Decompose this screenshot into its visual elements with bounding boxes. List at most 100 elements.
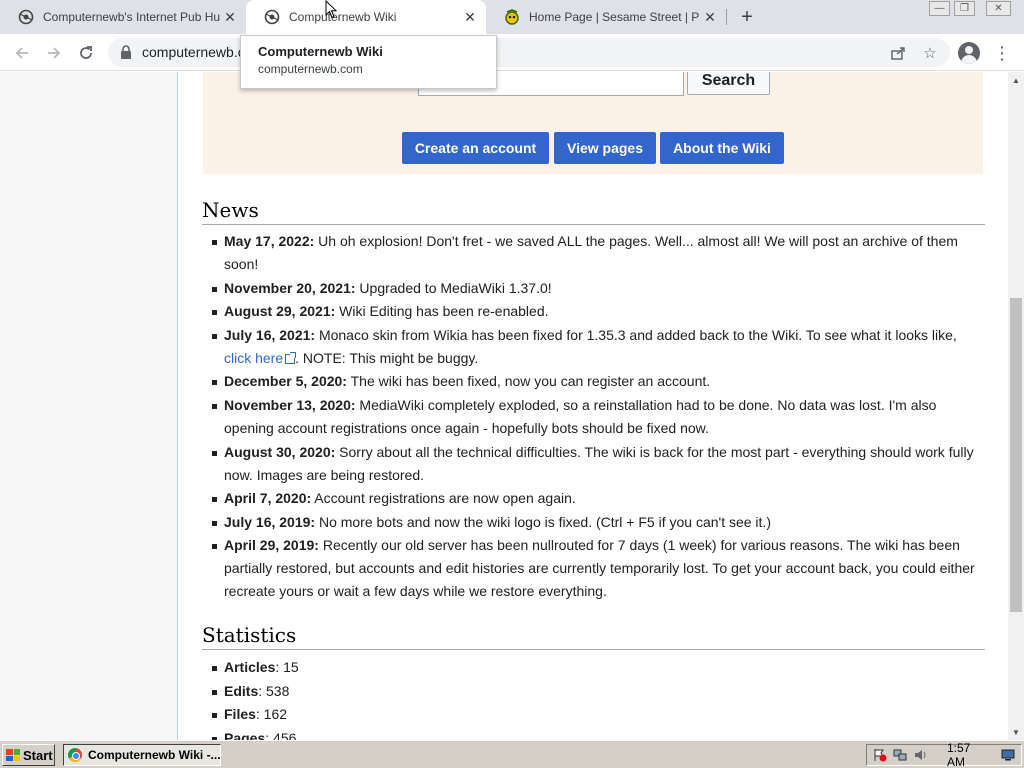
security-alert-icon[interactable]: [873, 747, 887, 763]
stat-value: : 15: [275, 659, 299, 675]
scroll-down-icon[interactable]: ▼: [1008, 724, 1024, 740]
list-item: August 30, 2020: Sorry about all the tec…: [202, 441, 982, 487]
close-tab-icon[interactable]: ✕: [460, 7, 480, 27]
stat-value: : 456: [265, 729, 297, 741]
news-date: July 16, 2019:: [224, 513, 316, 530]
wiki-sidebar: [0, 72, 177, 740]
sesame-street-icon: [504, 9, 520, 25]
start-label: Start: [23, 747, 53, 763]
news-text: Recently our old server has been nullrou…: [224, 537, 975, 600]
news-text: Sorry about all the technical difficulti…: [224, 443, 974, 483]
list-item: November 20, 2021: Upgraded to MediaWiki…: [202, 277, 982, 300]
computernewb-icon: [18, 9, 34, 25]
close-tab-icon[interactable]: ✕: [220, 7, 240, 27]
news-date: May 17, 2022:: [224, 233, 315, 249]
tab-hover-card: Computernewb Wiki computernewb.com: [240, 35, 497, 89]
stat-value: : 162: [255, 706, 288, 722]
forward-arrow-icon: [48, 47, 61, 59]
stat-value: : 538: [258, 682, 290, 699]
tab-separator: [726, 9, 727, 25]
news-date: November 20, 2021:: [224, 279, 356, 296]
stat-label: Pages: [224, 729, 266, 741]
tab-title: Home Page | Sesame Street | PBS KIDS: [529, 10, 700, 24]
statistics-heading: Statistics: [202, 623, 985, 650]
share-icon[interactable]: [888, 43, 908, 63]
back-arrow-icon: [15, 47, 28, 59]
news-text: Wiki Editing has been re-enabled.: [335, 303, 549, 320]
taskbar-chrome-window[interactable]: Computernewb Wiki -...: [63, 744, 221, 766]
task-item-label: Computernewb Wiki -...: [88, 748, 221, 762]
page-scrollbar[interactable]: ▲ ▼: [1008, 72, 1024, 740]
wiki-content: Search Create an account View pages Abou…: [177, 72, 1008, 740]
scroll-thumb[interactable]: [1010, 298, 1022, 612]
tab-internet-pub-hub[interactable]: Computernewb's Internet Pub Hub ✕: [0, 0, 246, 34]
list-item: July 16, 2019: No more bots and now the …: [202, 511, 982, 534]
tab-title: Computernewb Wiki: [289, 10, 397, 24]
windows-logo-icon: [6, 749, 20, 761]
taskbar-clock: 1:57 AM: [947, 741, 971, 768]
create-account-button[interactable]: Create an account: [402, 132, 549, 164]
news-text: Upgraded to MediaWiki 1.37.0!: [355, 279, 552, 296]
mouse-cursor-icon: [325, 0, 337, 19]
news-text: The wiki has been fixed, now you can reg…: [346, 373, 711, 390]
stat-label: Edits: [224, 682, 259, 699]
news-date: August 29, 2021:: [224, 303, 336, 320]
news-date: December 5, 2020:: [224, 373, 347, 390]
list-item: Articles: 15: [202, 656, 982, 680]
list-item: August 29, 2021: Wiki Editing has been r…: [202, 300, 982, 323]
list-item: April 7, 2020: Account registrations are…: [202, 487, 982, 510]
close-window-button[interactable]: ✕: [986, 1, 1011, 16]
scroll-up-icon[interactable]: ▲: [1008, 72, 1024, 88]
lock-icon[interactable]: [120, 45, 132, 59]
about-wiki-button[interactable]: About the Wiki: [660, 132, 784, 164]
news-date: August 30, 2020:: [224, 443, 336, 460]
stat-label: Files: [224, 706, 256, 722]
news-text: No more bots and now the wiki logo is fi…: [315, 513, 771, 530]
statistics-list: Articles: 15 Edits: 538 Files: 162 Pages…: [202, 656, 982, 740]
start-button[interactable]: Start: [2, 744, 55, 766]
volume-icon[interactable]: [913, 747, 927, 763]
news-date: July 16, 2021:: [224, 326, 316, 343]
stat-label: Articles: [224, 659, 276, 675]
kebab-menu-icon[interactable]: ⋮: [993, 42, 1011, 64]
windows-taskbar: Start Computernewb Wiki -... 1:57 AM: [0, 740, 1024, 768]
reload-icon: [80, 46, 92, 59]
close-tab-icon[interactable]: ✕: [700, 7, 720, 27]
list-item: May 17, 2022: Uh oh explosion! Don't fre…: [202, 230, 982, 276]
tab-sesame-street[interactable]: Home Page | Sesame Street | PBS KIDS ✕: [486, 0, 726, 34]
news-heading: News: [202, 198, 985, 225]
news-list: May 17, 2022: Uh oh explosion! Don't fre…: [202, 230, 982, 604]
news-text: Monaco skin from Wikia has been fixed fo…: [315, 326, 957, 343]
network-icon[interactable]: [893, 747, 907, 763]
minimize-button[interactable]: —: [929, 1, 950, 16]
tab-computernewb-wiki[interactable]: Computernewb Wiki ✕: [246, 0, 486, 34]
news-text: Uh oh explosion! Don't fret - we saved A…: [224, 233, 958, 272]
tab-title: Computernewb's Internet Pub Hub: [43, 10, 220, 24]
tooltip-title: Computernewb Wiki: [258, 44, 383, 59]
forward-button[interactable]: [41, 40, 67, 66]
restore-button[interactable]: ❐: [954, 1, 975, 16]
back-button[interactable]: [9, 40, 35, 66]
list-item: Edits: 538: [202, 680, 982, 704]
show-desktop-icon[interactable]: [1001, 747, 1015, 763]
new-tab-button[interactable]: +: [736, 6, 758, 28]
address-bar[interactable]: computernewb.com ☆: [108, 38, 950, 67]
system-tray: 1:57 AM: [866, 741, 1022, 768]
external-link-icon: [285, 351, 297, 364]
news-date: November 13, 2020:: [224, 396, 356, 413]
reload-button[interactable]: [73, 40, 99, 66]
computernewb-icon: [264, 9, 280, 25]
click-here-link[interactable]: click here: [224, 350, 283, 366]
bookmark-star-icon[interactable]: ☆: [920, 43, 940, 63]
browser-toolbar: computernewb.com ☆ ⋮: [0, 34, 1024, 71]
news-text: Account registrations are now open again…: [311, 490, 576, 507]
profile-avatar-button[interactable]: [958, 42, 980, 64]
chrome-icon: [68, 748, 82, 762]
news-text-after: . NOTE: This might be buggy.: [295, 349, 479, 366]
search-button[interactable]: Search: [687, 72, 770, 95]
list-item: Files: 162: [202, 703, 982, 727]
tab-strip: Computernewb's Internet Pub Hub ✕ Comput…: [0, 0, 1024, 34]
view-pages-button[interactable]: View pages: [554, 132, 656, 164]
tooltip-url: computernewb.com: [258, 62, 363, 76]
news-date: April 29, 2019:: [224, 537, 319, 554]
